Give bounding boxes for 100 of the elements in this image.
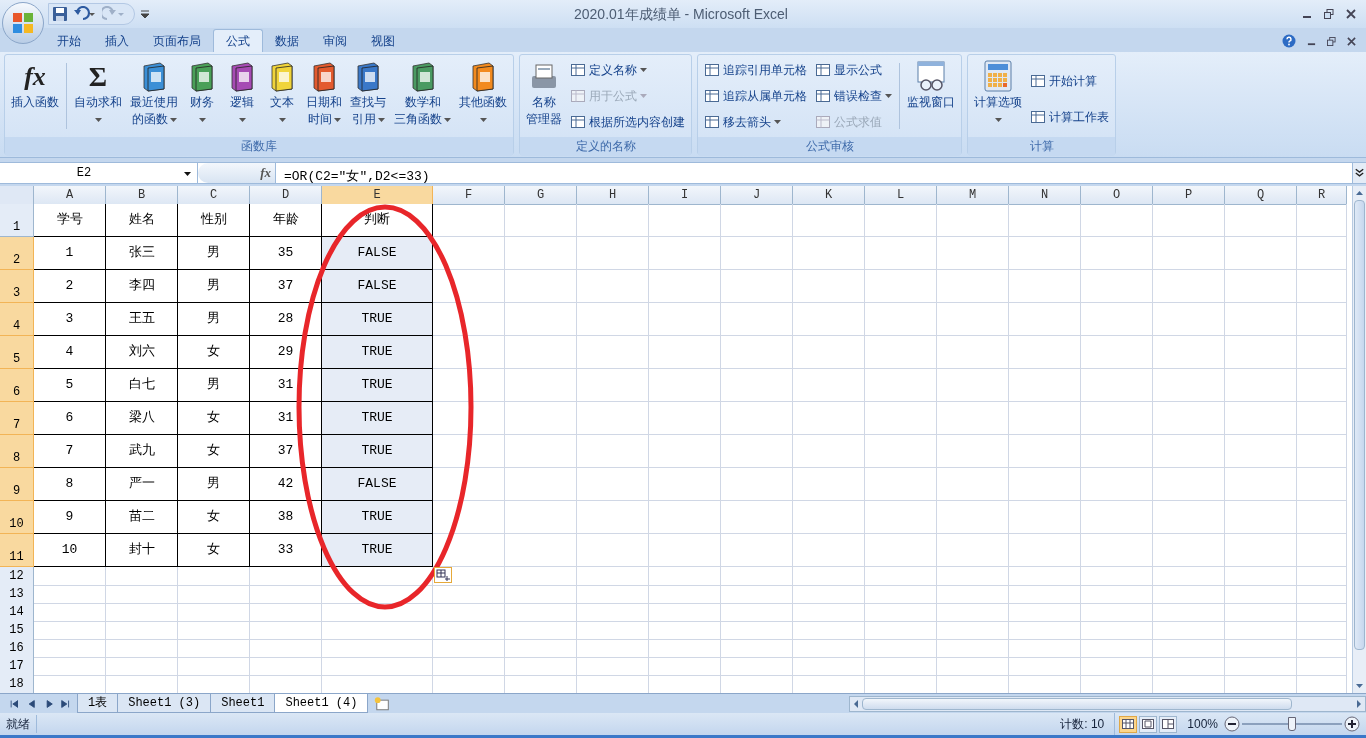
office-button[interactable] (2, 2, 44, 44)
table-cell[interactable] (865, 369, 937, 402)
table-cell[interactable] (1225, 621, 1297, 640)
table-cell[interactable] (1081, 501, 1153, 534)
ribbon-tab[interactable]: 开始 (45, 29, 93, 52)
save-icon[interactable] (52, 6, 68, 22)
table-cell[interactable] (34, 567, 106, 586)
ribbon-button[interactable]: fx 插入函数 (8, 57, 62, 137)
table-cell[interactable] (1081, 204, 1153, 237)
table-cell[interactable] (1153, 603, 1225, 622)
table-cell[interactable] (721, 336, 793, 369)
table-cell[interactable] (1297, 585, 1347, 604)
table-cell[interactable] (1297, 303, 1347, 336)
table-cell[interactable] (1225, 468, 1297, 501)
table-cell[interactable] (649, 369, 721, 402)
table-cell[interactable] (433, 435, 505, 468)
table-cell[interactable] (577, 621, 649, 640)
ribbon-tab[interactable]: 页面布局 (141, 29, 213, 52)
table-cell[interactable] (1081, 369, 1153, 402)
table-cell[interactable] (178, 603, 250, 622)
zoom-slider[interactable] (1242, 717, 1342, 731)
table-cell[interactable] (1081, 270, 1153, 303)
table-cell[interactable] (1009, 237, 1081, 270)
column-header[interactable]: J (721, 186, 793, 205)
table-cell[interactable] (1153, 303, 1225, 336)
table-cell[interactable] (721, 468, 793, 501)
ribbon-tab[interactable]: 视图 (359, 29, 407, 52)
view-button[interactable] (1159, 715, 1178, 733)
zoom-out-icon[interactable] (1224, 716, 1240, 732)
table-cell[interactable] (793, 585, 865, 604)
table-cell[interactable] (1297, 435, 1347, 468)
ribbon-button[interactable]: Σ 自动求和 (71, 57, 125, 137)
table-cell[interactable] (1297, 621, 1347, 640)
table-cell[interactable] (34, 657, 106, 676)
expand-formula-bar-icon[interactable] (1352, 163, 1366, 183)
horizontal-scrollbar[interactable] (848, 695, 1366, 712)
table-cell[interactable] (505, 402, 577, 435)
table-cell[interactable] (1009, 603, 1081, 622)
ribbon-button[interactable]: 数学和 三角函数 (391, 57, 454, 137)
ribbon-small-button[interactable]: 追踪从属单元格 (703, 85, 808, 107)
table-cell[interactable] (505, 501, 577, 534)
table-cell[interactable] (793, 369, 865, 402)
row-header[interactable]: 4 (0, 303, 34, 336)
table-cell[interactable] (793, 303, 865, 336)
insert-function-button[interactable]: fx (260, 163, 271, 183)
table-cell[interactable] (178, 657, 250, 676)
table-cell[interactable] (721, 435, 793, 468)
table-cell[interactable] (577, 603, 649, 622)
column-header[interactable]: K (793, 186, 865, 205)
table-cell[interactable] (34, 639, 106, 658)
ribbon-tab[interactable]: 插入 (93, 29, 141, 52)
sheet-tab[interactable]: 1表 (77, 694, 119, 713)
table-cell[interactable] (865, 603, 937, 622)
table-cell[interactable] (1153, 468, 1225, 501)
table-cell[interactable] (178, 621, 250, 640)
table-cell[interactable] (1297, 501, 1347, 534)
table-cell[interactable] (433, 468, 505, 501)
table-cell[interactable] (1081, 657, 1153, 676)
table-cell[interactable] (1009, 435, 1081, 468)
table-cell[interactable] (1153, 585, 1225, 604)
table-cell[interactable] (577, 567, 649, 586)
column-header[interactable]: M (937, 186, 1009, 205)
table-cell[interactable] (433, 585, 505, 604)
table-cell[interactable] (1297, 204, 1347, 237)
table-cell[interactable] (505, 204, 577, 237)
ribbon-tab[interactable]: 数据 (263, 29, 311, 52)
table-cell[interactable] (1153, 270, 1225, 303)
table-cell[interactable] (937, 369, 1009, 402)
table-cell[interactable] (250, 603, 322, 622)
table-cell[interactable] (937, 534, 1009, 567)
table-cell[interactable] (865, 402, 937, 435)
sheet-tab[interactable]: Sheet1 (3) (117, 694, 212, 713)
column-header[interactable]: L (865, 186, 937, 205)
table-cell[interactable] (577, 336, 649, 369)
table-cell[interactable] (1225, 657, 1297, 676)
row-header[interactable]: 3 (0, 270, 34, 303)
table-cell[interactable] (505, 585, 577, 604)
ribbon-button[interactable]: 财务 (183, 57, 221, 137)
table-cell[interactable] (433, 303, 505, 336)
table-cell[interactable] (865, 237, 937, 270)
table-cell[interactable] (1225, 639, 1297, 658)
ribbon-button[interactable]: 名称 管理器 (523, 57, 565, 137)
table-cell[interactable] (1081, 585, 1153, 604)
table-cell[interactable] (106, 657, 178, 676)
table-cell[interactable] (649, 402, 721, 435)
table-cell[interactable] (1153, 204, 1225, 237)
table-cell[interactable] (1009, 204, 1081, 237)
table-cell[interactable] (649, 435, 721, 468)
table-cell[interactable] (721, 567, 793, 586)
table-cell[interactable] (577, 204, 649, 237)
undo-icon[interactable] (74, 6, 96, 22)
column-header[interactable]: Q (1225, 186, 1297, 205)
table-cell[interactable] (1081, 303, 1153, 336)
table-cell[interactable] (433, 270, 505, 303)
table-cell[interactable] (793, 639, 865, 658)
table-cell[interactable] (937, 621, 1009, 640)
table-cell[interactable] (250, 567, 322, 586)
table-cell[interactable] (1153, 639, 1225, 658)
table-cell[interactable] (1009, 303, 1081, 336)
table-cell[interactable] (106, 639, 178, 658)
